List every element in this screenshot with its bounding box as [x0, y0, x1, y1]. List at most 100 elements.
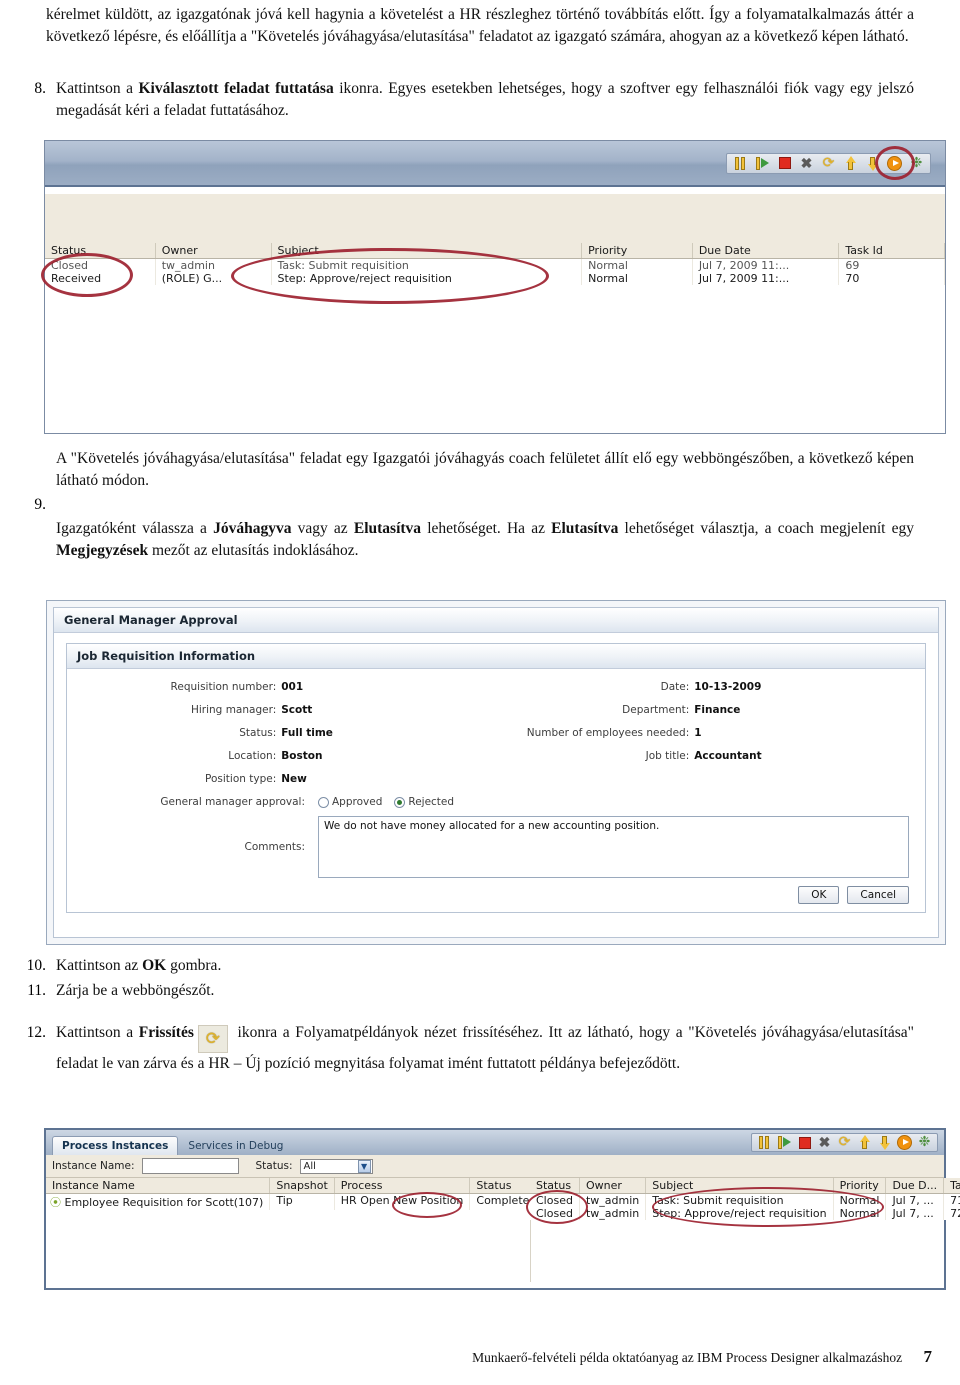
- step-11-body: Zárja be a webböngészőt.: [56, 980, 914, 1002]
- instance-name-input[interactable]: [141, 1158, 239, 1174]
- terminate-icon[interactable]: ✖: [799, 155, 814, 171]
- comments-row: Comments: We do not have money allocated…: [83, 816, 909, 878]
- tasklist-header-row: Status Owner Subject Priority Due Date T…: [45, 243, 945, 259]
- field-status: Status: Full time: [83, 727, 496, 739]
- step-9-b4: Megjegyzések: [56, 542, 149, 559]
- col-due-date[interactable]: Due Date: [692, 243, 840, 259]
- cell-owner: tw_admin: [155, 258, 272, 272]
- cell-subject: Task: Submit requisition: [645, 1193, 834, 1207]
- col-instance-name[interactable]: Instance Name: [46, 1178, 271, 1194]
- table-row[interactable]: Closed tw_admin Task: Submit requisition…: [45, 258, 945, 272]
- pause-icon[interactable]: [733, 156, 748, 171]
- chevron-down-icon[interactable]: ▼: [357, 1159, 371, 1173]
- cell-due-d: Jul 7, ...: [885, 1207, 945, 1220]
- label-location: Location:: [228, 750, 277, 762]
- step-8-text-before: Kattintson a: [56, 80, 139, 97]
- run-selected-task-icon[interactable]: [897, 1135, 912, 1150]
- step-9-t4: lehetőséget választja, a coach megjelení…: [618, 520, 915, 537]
- move-up-icon[interactable]: [843, 155, 858, 171]
- tab-process-instances[interactable]: Process Instances: [52, 1136, 179, 1155]
- col-due-d[interactable]: Due D...: [885, 1178, 945, 1194]
- col-owner[interactable]: Owner: [579, 1178, 647, 1194]
- cell-owner: tw_admin: [579, 1193, 647, 1207]
- stop-icon[interactable]: [777, 156, 792, 171]
- step-12-text-before: Kattintson a: [56, 1024, 139, 1041]
- col-process[interactable]: Process: [334, 1178, 471, 1194]
- radio-group-approval: Approved Rejected: [318, 796, 454, 808]
- field-position-type: Position type: New: [83, 773, 496, 785]
- step-11-text: Zárja be a webböngészőt.: [56, 982, 215, 999]
- col-task-id[interactable]: Task Id: [838, 243, 945, 259]
- run-selected-task-icon[interactable]: [887, 155, 902, 171]
- cell-due-date: Jul 7, 2009 11:...: [692, 272, 840, 285]
- col-status[interactable]: Status: [45, 243, 156, 259]
- col-subject[interactable]: Subject: [645, 1178, 834, 1194]
- intro-paragraph-block: kérelmet küldött, az igazgatónak jóvá ke…: [46, 4, 914, 48]
- col-priority[interactable]: Priority: [581, 243, 693, 259]
- debug-icon[interactable]: ❉: [909, 155, 924, 171]
- table-row[interactable]: Closed tw_admin Task: Submit requisition…: [530, 1193, 960, 1207]
- step-12-body: Kattintson a Frissítés ⟳ ikonra a Folyama…: [56, 1022, 914, 1075]
- cell-priority: Normal: [581, 272, 693, 285]
- coach-outer-panel: General Manager Approval Job Requisition…: [53, 607, 939, 938]
- cell-instance-name-text: Employee Requisition for Scott(107): [64, 1196, 264, 1209]
- terminate-icon[interactable]: ✖: [817, 1135, 832, 1150]
- intro-paragraph-text: kérelmet küldött, az igazgatónak jóvá ke…: [46, 6, 914, 45]
- step-icon[interactable]: [777, 1135, 792, 1150]
- cell-process: HR Open New Position: [334, 1193, 471, 1210]
- refresh-icon: ⟳: [197, 1025, 228, 1053]
- tasklist-sep: [45, 187, 945, 194]
- instances-right-pane: Status Owner Subject Priority Due D... T…: [526, 1178, 960, 1282]
- move-down-icon[interactable]: [877, 1135, 892, 1150]
- col-task-id[interactable]: Task Id: [943, 1178, 960, 1194]
- radio-rejected[interactable]: [394, 796, 406, 808]
- step-12: 12. Kattintson a Frissítés ⟳ ikonra a Fol…: [10, 1022, 914, 1075]
- col-owner[interactable]: Owner: [155, 243, 272, 259]
- debug-icon[interactable]: ❉: [917, 1135, 932, 1150]
- status-filter-label: Status:: [255, 1160, 293, 1172]
- value-employees-needed: 1: [694, 727, 702, 739]
- approval-row: General manager approval: Approved Rejec…: [83, 796, 909, 808]
- field-spacer: [496, 773, 909, 785]
- label-approved: Approved: [332, 796, 383, 808]
- refresh-icon[interactable]: ⟳: [837, 1135, 852, 1150]
- stop-icon[interactable]: [797, 1135, 812, 1150]
- col-subject[interactable]: Subject: [271, 243, 583, 259]
- field-row: Location: Boston Job title: Accountant: [83, 750, 909, 762]
- comments-textarea[interactable]: We do not have money allocated for a new…: [318, 816, 909, 878]
- screenshot-coach: General Manager Approval Job Requisition…: [46, 600, 946, 945]
- cell-status: Received: [45, 272, 156, 285]
- col-priority[interactable]: Priority: [833, 1178, 887, 1194]
- move-down-icon[interactable]: [865, 156, 880, 171]
- coach-button-row: OK Cancel: [83, 886, 909, 904]
- field-department: Department: Finance: [496, 704, 909, 716]
- cell-due-d: Jul 7, ...: [885, 1193, 945, 1207]
- col-status[interactable]: Status: [530, 1178, 580, 1194]
- value-requisition-number: 001: [281, 681, 304, 693]
- value-job-title: Accountant: [694, 750, 762, 762]
- cell-task-id: 69: [838, 258, 945, 272]
- refresh-icon[interactable]: ⟳: [821, 155, 836, 171]
- field-job-title: Job title: Accountant: [496, 750, 909, 762]
- radio-approved[interactable]: [318, 796, 329, 808]
- move-up-icon[interactable]: [857, 1135, 872, 1150]
- step-icon[interactable]: [755, 156, 770, 171]
- cell-subject: Step: Approve/reject requisition: [271, 272, 583, 285]
- pause-icon[interactable]: [757, 1135, 772, 1150]
- table-row[interactable]: Received (ROLE) G... Step: Approve/rejec…: [45, 272, 945, 285]
- col-snapshot[interactable]: Snapshot: [269, 1178, 335, 1194]
- field-row: Requisition number: 001 Date: 10-13-2009: [83, 681, 909, 693]
- step-9: 9. A "Követelés jóváhagyása/elutasítása"…: [10, 448, 914, 562]
- table-row[interactable]: Closed tw_admin Step: Approve/reject req…: [530, 1207, 960, 1220]
- ok-button[interactable]: OK: [798, 886, 840, 904]
- value-position-type: New: [281, 773, 307, 785]
- value-hiring-manager: Scott: [281, 704, 313, 716]
- label-status: Status:: [239, 727, 277, 739]
- tab-services-in-debug[interactable]: Services in Debug: [178, 1136, 293, 1155]
- coach-body: Job Requisition Information Requisition …: [54, 633, 938, 923]
- cell-status: Closed: [530, 1207, 580, 1220]
- step-8-body: Kattintson a Kiválasztott feladat futtat…: [56, 78, 914, 122]
- step-11: 11. Zárja be a webböngészőt.: [10, 980, 914, 1002]
- status-filter-select[interactable]: All ▼: [299, 1158, 373, 1174]
- cancel-button[interactable]: Cancel: [847, 886, 909, 904]
